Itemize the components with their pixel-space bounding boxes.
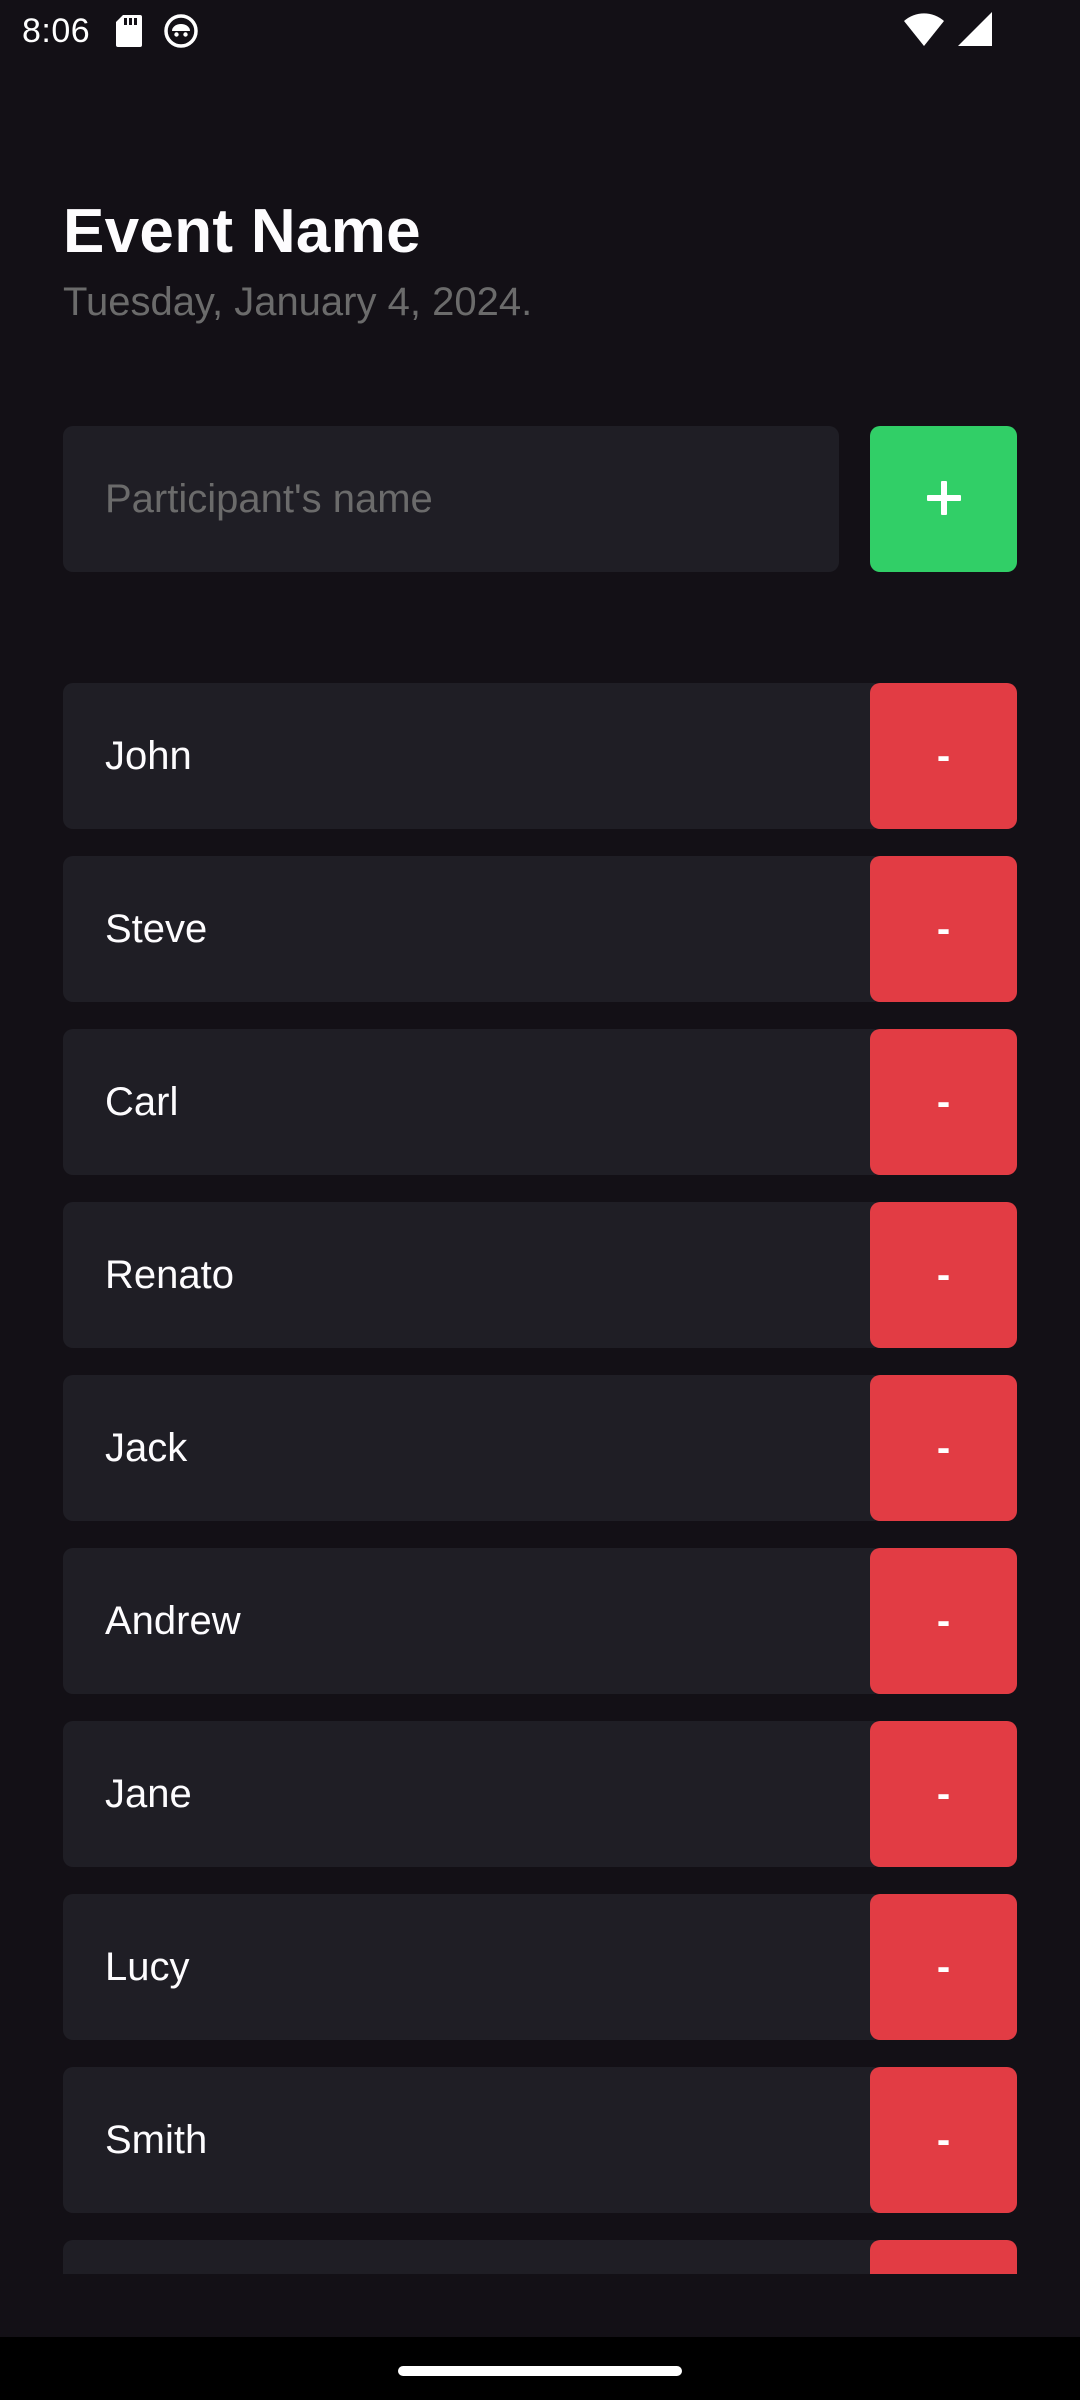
participant-row: Renato - xyxy=(63,1202,1017,1348)
remove-participant-button[interactable]: - xyxy=(870,1721,1017,1867)
remove-participant-button[interactable]: - xyxy=(870,1375,1017,1521)
remove-participant-button[interactable]: - xyxy=(870,856,1017,1002)
participant-row: Lucy - xyxy=(63,1894,1017,2040)
remove-participant-button[interactable]: - xyxy=(870,2240,1017,2274)
remove-participant-button[interactable]: - xyxy=(870,1894,1017,2040)
participant-name: John xyxy=(105,733,192,778)
remove-participant-button[interactable]: - xyxy=(870,1029,1017,1175)
participant-row: Jack - xyxy=(63,1375,1017,1521)
participant-card: Lucy xyxy=(63,1894,883,2040)
participant-row: Andrew - xyxy=(63,1548,1017,1694)
plus-icon xyxy=(925,479,963,520)
participant-card xyxy=(63,2240,883,2274)
participant-name: Carl xyxy=(105,1079,179,1124)
participant-card: Carl xyxy=(63,1029,883,1175)
app-notification-icon xyxy=(164,14,198,48)
participant-row: Steve - xyxy=(63,856,1017,1002)
participant-name: Renato xyxy=(105,1252,234,1297)
participant-card: Jane xyxy=(63,1721,883,1867)
event-title: Event Name xyxy=(63,197,421,266)
participant-name-input[interactable] xyxy=(63,426,839,572)
participant-card: Andrew xyxy=(63,1548,883,1694)
participant-card: Renato xyxy=(63,1202,883,1348)
participant-name: Lucy xyxy=(105,1944,190,1989)
event-date: Tuesday, January 4, 2024. xyxy=(63,280,533,324)
status-indicators xyxy=(904,12,992,51)
participant-name: Steve xyxy=(105,906,208,951)
status-bar: 8:06 xyxy=(0,0,1080,62)
participant-card: Smith xyxy=(63,2067,883,2213)
wifi-icon xyxy=(904,12,944,51)
status-time: 8:06 xyxy=(22,11,91,50)
participant-card: Jack xyxy=(63,1375,883,1521)
participant-row: - xyxy=(63,2240,1017,2274)
participant-name: Andrew xyxy=(105,1598,241,1643)
participant-name: Jane xyxy=(105,1771,192,1816)
home-indicator[interactable] xyxy=(398,2366,682,2376)
sd-card-icon xyxy=(116,15,143,47)
remove-participant-button[interactable]: - xyxy=(870,2067,1017,2213)
participant-row: Jane - xyxy=(63,1721,1017,1867)
participant-row: John - xyxy=(63,683,1017,829)
participant-list[interactable]: John - Steve - Carl - Renato - Jack - Andrew - Jane -… xyxy=(63,683,1017,2274)
app-screen: 8:06 Event Name Tuesday, January 4, 2024… xyxy=(0,0,1080,2400)
remove-participant-button[interactable]: - xyxy=(870,683,1017,829)
add-participant-form xyxy=(63,426,1017,572)
participant-card: John xyxy=(63,683,883,829)
signal-icon xyxy=(958,12,992,51)
participant-row: Carl - xyxy=(63,1029,1017,1175)
remove-participant-button[interactable]: - xyxy=(870,1202,1017,1348)
participant-name: Smith xyxy=(105,2117,208,2162)
navigation-bar xyxy=(0,2337,1080,2400)
participant-name: Jack xyxy=(105,1425,188,1470)
participant-card: Steve xyxy=(63,856,883,1002)
participant-row: Smith - xyxy=(63,2067,1017,2213)
remove-participant-button[interactable]: - xyxy=(870,1548,1017,1694)
add-participant-button[interactable] xyxy=(870,426,1017,572)
